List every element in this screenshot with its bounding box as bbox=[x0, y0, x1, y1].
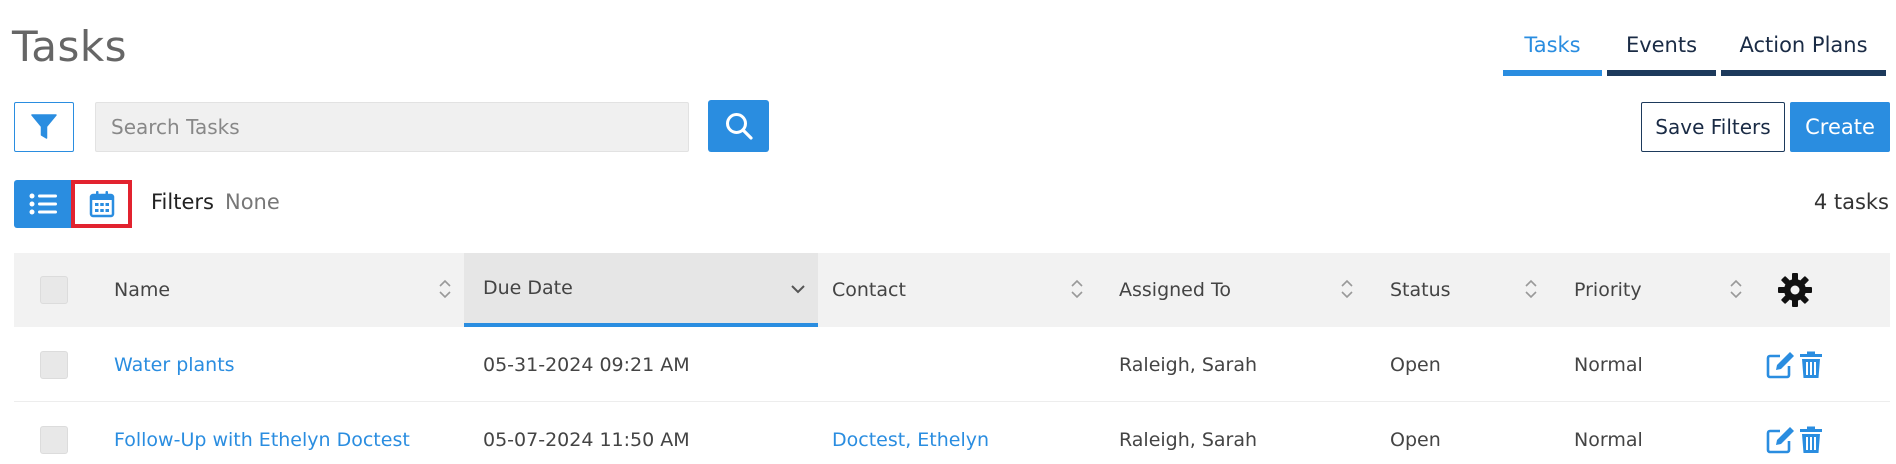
contact-cell bbox=[818, 327, 1096, 402]
contact-cell: Doctest, Ethelyn bbox=[818, 402, 1096, 464]
column-header-status[interactable]: Status bbox=[1366, 253, 1550, 327]
tab-events[interactable]: Events bbox=[1607, 20, 1716, 76]
search-icon bbox=[725, 113, 753, 140]
filters-value: None bbox=[225, 190, 280, 214]
trash-icon[interactable] bbox=[1798, 426, 1824, 454]
column-header-assigned-to[interactable]: Assigned To bbox=[1096, 253, 1366, 327]
tab-bar: Tasks Events Action Plans bbox=[1503, 20, 1886, 76]
list-icon bbox=[29, 193, 57, 215]
gear-icon[interactable] bbox=[1777, 272, 1813, 308]
assigned-to-cell: Raleigh, Sarah bbox=[1119, 428, 1258, 451]
filter-icon bbox=[31, 114, 57, 139]
column-header-priority[interactable]: Priority bbox=[1550, 253, 1755, 327]
row-actions-cell bbox=[1755, 402, 1835, 464]
status-cell: Open bbox=[1390, 353, 1441, 376]
chevron-down-icon bbox=[791, 285, 805, 294]
search-button[interactable] bbox=[708, 100, 769, 152]
column-header-contact-label: Contact bbox=[832, 279, 906, 301]
filters-label: Filters bbox=[151, 190, 214, 214]
task-name-cell: Water plants bbox=[94, 327, 464, 402]
row-select-cell bbox=[14, 327, 94, 402]
task-count: 4 tasks bbox=[1813, 190, 1889, 214]
tab-action-plans[interactable]: Action Plans bbox=[1721, 20, 1886, 76]
sort-icon bbox=[1730, 279, 1742, 299]
column-header-contact[interactable]: Contact bbox=[818, 253, 1096, 327]
table-header: Name Due Date Contact Assigned To Status… bbox=[14, 253, 1890, 327]
priority-cell: Normal bbox=[1574, 353, 1643, 376]
due-date-cell: 05-07-2024 11:50 AM bbox=[483, 428, 690, 451]
task-name-link[interactable]: Follow-Up with Ethelyn Doctest bbox=[114, 429, 410, 451]
column-header-name[interactable]: Name bbox=[94, 253, 464, 327]
trash-icon[interactable] bbox=[1798, 351, 1824, 379]
column-settings-cell bbox=[1755, 253, 1835, 327]
save-filters-button[interactable]: Save Filters bbox=[1641, 102, 1785, 152]
sort-icon bbox=[1525, 279, 1537, 299]
edit-icon[interactable] bbox=[1766, 351, 1796, 379]
search-input[interactable] bbox=[95, 102, 689, 152]
status-cell: Open bbox=[1390, 428, 1441, 451]
calendar-view-button[interactable] bbox=[71, 180, 132, 228]
column-header-name-label: Name bbox=[114, 279, 171, 301]
column-header-status-label: Status bbox=[1390, 279, 1451, 301]
filter-button[interactable] bbox=[14, 102, 74, 152]
table-row: Follow-Up with Ethelyn Doctest 05-07-202… bbox=[14, 402, 1890, 464]
row-checkbox[interactable] bbox=[40, 425, 68, 454]
contact-link[interactable]: Doctest, Ethelyn bbox=[832, 429, 989, 451]
column-header-assigned-to-label: Assigned To bbox=[1119, 279, 1231, 301]
create-button[interactable]: Create bbox=[1790, 102, 1890, 152]
column-header-priority-label: Priority bbox=[1574, 279, 1642, 301]
column-header-due-date[interactable]: Due Date bbox=[464, 253, 818, 327]
table-row: Water plants 05-31-2024 09:21 AM Raleigh… bbox=[14, 327, 1890, 402]
calendar-icon bbox=[89, 191, 114, 218]
priority-cell: Normal bbox=[1574, 428, 1643, 451]
sort-icon bbox=[439, 279, 451, 299]
task-name-cell: Follow-Up with Ethelyn Doctest bbox=[94, 402, 464, 464]
sort-icon bbox=[1341, 279, 1353, 299]
edit-icon[interactable] bbox=[1766, 426, 1796, 454]
list-view-button[interactable] bbox=[14, 180, 71, 228]
page-title: Tasks bbox=[12, 22, 128, 71]
assigned-to-cell: Raleigh, Sarah bbox=[1119, 353, 1258, 376]
row-select-cell bbox=[14, 402, 94, 464]
header-select-all-cell bbox=[14, 253, 94, 327]
row-actions-cell bbox=[1755, 327, 1835, 402]
task-name-link[interactable]: Water plants bbox=[114, 354, 235, 376]
tasks-table: Name Due Date Contact Assigned To Status… bbox=[14, 253, 1890, 464]
due-date-cell: 05-31-2024 09:21 AM bbox=[483, 353, 690, 376]
tab-tasks[interactable]: Tasks bbox=[1503, 20, 1602, 76]
select-all-checkbox[interactable] bbox=[40, 276, 68, 304]
row-checkbox[interactable] bbox=[40, 350, 68, 379]
column-header-due-date-label: Due Date bbox=[483, 277, 573, 299]
sort-icon bbox=[1071, 279, 1083, 299]
